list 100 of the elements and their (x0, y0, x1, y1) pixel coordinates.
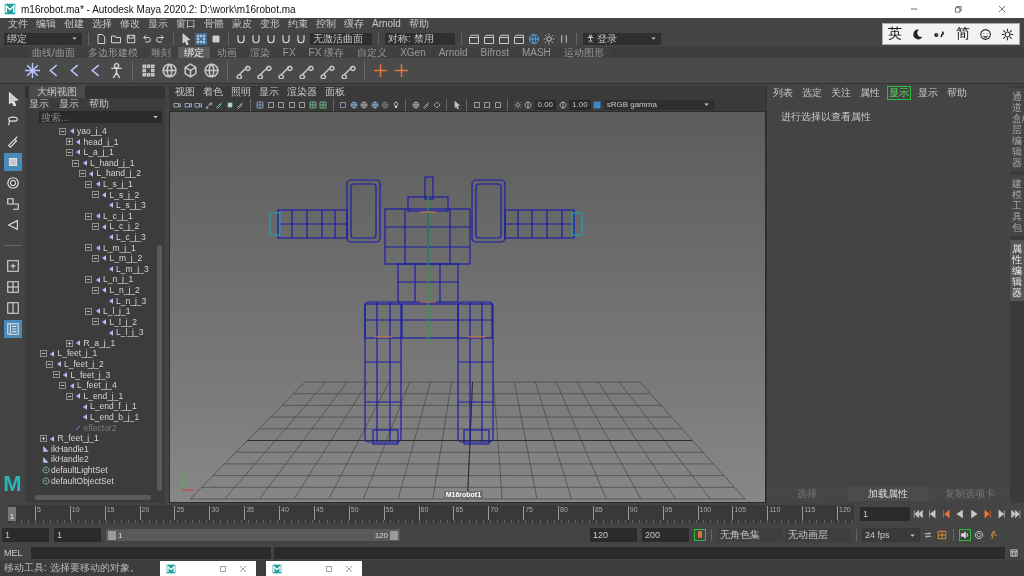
menu-item[interactable]: 帮助 (404, 18, 433, 30)
menu-item[interactable]: 缓存 (340, 18, 368, 30)
outliner-item[interactable]: L_hand_j_2 (96, 168, 141, 179)
outliner-item[interactable]: L_end_b_j_1 (90, 412, 140, 423)
outliner-item[interactable]: L_s_j_1 (103, 178, 133, 190)
play-back-icon[interactable] (955, 509, 965, 519)
maximize-icon[interactable] (218, 563, 228, 574)
playback-start-field[interactable]: 1 (54, 528, 101, 542)
plus-icon[interactable] (372, 62, 389, 79)
clapper-icon[interactable] (468, 32, 480, 45)
grid-icon[interactable] (256, 100, 264, 109)
collapse-icon[interactable] (85, 307, 92, 315)
play-icon[interactable] (969, 509, 979, 519)
playback-end-field[interactable]: 120 (590, 528, 637, 542)
menu-item[interactable]: 选择 (88, 18, 116, 30)
shelf-tab[interactable]: 绑定 (177, 47, 210, 58)
skip-end-icon[interactable] (1011, 509, 1021, 519)
brush-icon[interactable] (236, 100, 244, 109)
menu-item[interactable]: 照明 (231, 86, 251, 98)
brush-icon[interactable] (215, 100, 223, 109)
horizontal-scrollbar[interactable] (35, 495, 151, 500)
outliner-item[interactable]: L_n_j_2 (109, 284, 140, 296)
outliner-item[interactable]: R_a_j_1 (83, 337, 116, 349)
outliner-item[interactable]: L_feet_j_2 (64, 359, 104, 370)
side-tab[interactable]: 通道盒/层编辑器 (1010, 88, 1024, 171)
outliner-item[interactable]: L_a_j_1 (83, 147, 114, 158)
animation-layer-dropdown[interactable]: 无动画层 (785, 528, 851, 542)
step-forward-icon[interactable] (997, 509, 1007, 519)
folder-icon[interactable] (110, 32, 122, 45)
exposure-field[interactable]: 0.00 (534, 99, 557, 110)
outliner-item[interactable]: L_end_f_j_1 (90, 401, 137, 413)
outliner-item[interactable]: R_feet_j_1 (57, 433, 99, 444)
outliner-item[interactable]: L_feet_j_4 (77, 380, 117, 391)
slider-handle[interactable] (390, 530, 398, 540)
speaker-icon[interactable] (960, 530, 970, 540)
grid-icon[interactable] (319, 100, 327, 109)
script-editor-icon[interactable] (1009, 547, 1019, 558)
collapse-icon[interactable] (91, 223, 99, 231)
expand-icon[interactable] (65, 339, 73, 347)
side-tab[interactable]: 属性编辑器 (1010, 240, 1024, 301)
cube-icon[interactable] (182, 62, 199, 79)
key-settings-icon[interactable] (937, 530, 947, 540)
expand-icon[interactable] (39, 435, 47, 442)
outliner-layout-button[interactable] (3, 320, 22, 338)
animation-end-field[interactable]: 200 (642, 528, 689, 542)
outliner-item[interactable]: L_feet_j_1 (57, 348, 98, 360)
menu-item[interactable]: 显示 (887, 86, 911, 100)
cursor-icon[interactable] (180, 32, 192, 45)
pause-icon[interactable] (558, 32, 570, 45)
gamma-field[interactable]: 1.00 (569, 99, 591, 110)
menu-item[interactable]: 窗口 (172, 18, 200, 30)
menu-item[interactable]: 显示 (259, 86, 279, 98)
outliner-item[interactable]: L_s_j_2 (109, 189, 140, 201)
outliner-item[interactable]: L_m_j_1 (103, 242, 136, 254)
moon-icon[interactable] (911, 27, 924, 41)
collapse-icon[interactable] (91, 254, 99, 262)
menu-item[interactable]: 帮助 (89, 98, 109, 110)
menu-item[interactable]: 渲染器 (287, 86, 317, 98)
outliner-item[interactable]: L_c_j_3 (116, 231, 146, 243)
smiley-icon[interactable] (978, 27, 992, 41)
symmetry-dropdown[interactable]: 对称: 禁用 (385, 32, 455, 45)
command-input[interactable] (31, 546, 271, 559)
magnet-icon[interactable] (235, 32, 247, 45)
collapse-icon[interactable] (65, 392, 73, 400)
outliner-item[interactable]: L_n_j_1 (103, 274, 134, 285)
search-field[interactable]: 搜索... (39, 111, 149, 123)
character-set-dropdown[interactable]: 无角色集 (717, 528, 783, 542)
cursor-icon[interactable] (452, 100, 461, 109)
asterisk-icon[interactable] (24, 62, 41, 79)
panel-button[interactable]: 加载属性 (848, 487, 929, 501)
collapse-icon[interactable] (65, 149, 73, 156)
current-frame-field[interactable]: 1 (860, 507, 910, 521)
outliner-item[interactable]: L_l_j_1 (103, 306, 131, 317)
menu-item[interactable]: 显示 (916, 86, 940, 100)
menu-item[interactable]: 视图 (175, 86, 195, 98)
taskbar-preview[interactable] (266, 561, 362, 576)
collapse-icon[interactable] (72, 159, 79, 167)
outliner-item[interactable]: L_m_j_3 (116, 263, 149, 275)
menu-item[interactable]: 显示 (59, 98, 79, 110)
camera-icon[interactable] (194, 100, 202, 109)
language-toggle[interactable]: 英 (887, 25, 902, 43)
menu-item[interactable]: 蒙皮 (228, 18, 256, 30)
outliner-item[interactable]: head_j_1 (83, 136, 119, 148)
command-language-label[interactable]: MEL (4, 547, 28, 558)
login-dropdown[interactable]: 登录 (583, 32, 661, 45)
script-toggle[interactable]: 简 (955, 25, 970, 43)
collapse-icon[interactable] (91, 318, 99, 326)
menu-item[interactable]: 列表 (771, 86, 795, 100)
magnet-icon[interactable] (250, 32, 262, 45)
color-management-icon[interactable] (593, 100, 602, 109)
close-icon[interactable] (344, 563, 354, 574)
maximize-icon[interactable] (324, 563, 334, 574)
key-forward-icon[interactable] (983, 509, 993, 519)
vertical-scrollbar[interactable] (157, 245, 162, 491)
save-icon[interactable] (125, 32, 137, 45)
side-tab[interactable]: 建模工具包 (1010, 175, 1024, 236)
outliner-item[interactable]: L_hand_j_1 (90, 157, 135, 169)
menu-item[interactable]: 约束 (284, 18, 312, 30)
collapse-icon[interactable] (46, 360, 53, 368)
collapse-icon[interactable] (59, 382, 66, 390)
